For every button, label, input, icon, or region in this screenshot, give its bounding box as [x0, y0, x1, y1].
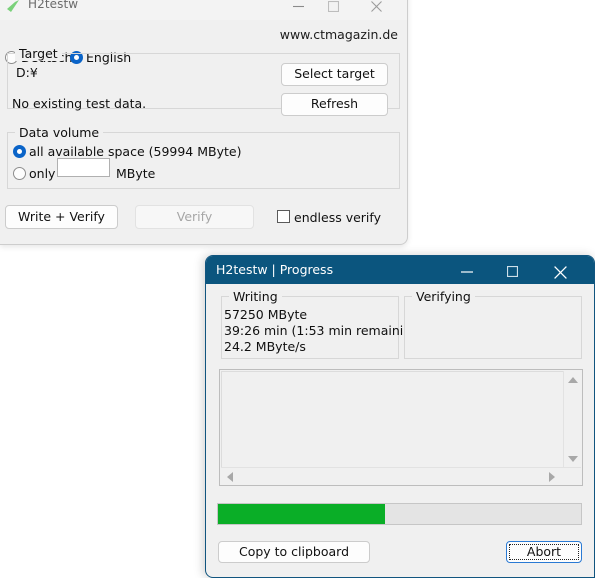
app-logo-icon: [6, 0, 20, 12]
abort-button[interactable]: Abort: [506, 541, 582, 563]
only-size-input[interactable]: [57, 158, 110, 177]
scroll-down-icon[interactable]: [568, 456, 578, 462]
scroll-right-icon[interactable]: [549, 472, 555, 482]
data-volume-groupbox-legend: Data volume: [15, 125, 104, 140]
log-listbox[interactable]: [219, 369, 583, 486]
log-vertical-scrollbar[interactable]: [563, 371, 581, 468]
target-status-text: No existing test data.: [12, 96, 147, 111]
scroll-left-icon[interactable]: [227, 472, 233, 482]
radio-only-label: only: [29, 166, 56, 181]
target-path-text: D:¥: [16, 65, 38, 80]
maximize-icon[interactable]: [495, 256, 531, 284]
scroll-up-icon[interactable]: [568, 377, 578, 383]
only-unit-label: MByte: [116, 166, 156, 181]
close-icon[interactable]: [542, 256, 578, 284]
main-window: H2testw Deutsch English www.ctmagazin.de: [0, 0, 408, 245]
radio-all-available-space-label: all available space (59994 MByte): [29, 144, 242, 159]
close-icon[interactable]: [360, 0, 393, 18]
copy-to-clipboard-button[interactable]: Copy to clipboard: [218, 541, 370, 563]
endless-verify-label: endless verify: [294, 210, 381, 225]
log-horizontal-scrollbar[interactable]: [221, 467, 581, 484]
screen: H2testw Deutsch English www.ctmagazin.de: [0, 0, 595, 578]
main-window-title: H2testw: [28, 0, 79, 11]
progress-bar-fill: [218, 504, 385, 524]
writing-speed-text: 24.2 MByte/s: [224, 339, 306, 354]
write-verify-button[interactable]: Write + Verify: [5, 205, 118, 229]
website-label: www.ctmagazin.de: [279, 27, 398, 42]
minimize-icon[interactable]: [282, 0, 315, 18]
progress-dialog: H2testw | Progress Writing 57250 MByte 3…: [205, 255, 595, 578]
log-listbox-content: [221, 371, 565, 468]
target-groupbox-legend: Target: [15, 46, 62, 61]
verifying-groupbox-legend: Verifying: [412, 289, 475, 304]
writing-bytes-text: 57250 MByte: [224, 307, 308, 322]
progress-bar: [217, 503, 582, 525]
select-target-button[interactable]: Select target: [281, 63, 388, 86]
verifying-groupbox: Verifying: [404, 289, 582, 359]
maximize-icon[interactable]: [317, 0, 350, 18]
verify-button[interactable]: Verify: [135, 205, 254, 229]
minimize-icon[interactable]: [449, 256, 485, 284]
progress-dialog-title: H2testw | Progress: [216, 262, 334, 277]
radio-only[interactable]: [13, 167, 26, 180]
refresh-button[interactable]: Refresh: [281, 93, 388, 116]
endless-verify-checkbox[interactable]: [277, 210, 290, 223]
progress-dialog-titlebar[interactable]: H2testw | Progress: [206, 256, 594, 284]
writing-groupbox-legend: Writing: [229, 289, 282, 304]
writing-time-text: 39:26 min (1:53 min remaining): [224, 323, 424, 338]
radio-all-available-space[interactable]: [13, 145, 26, 158]
